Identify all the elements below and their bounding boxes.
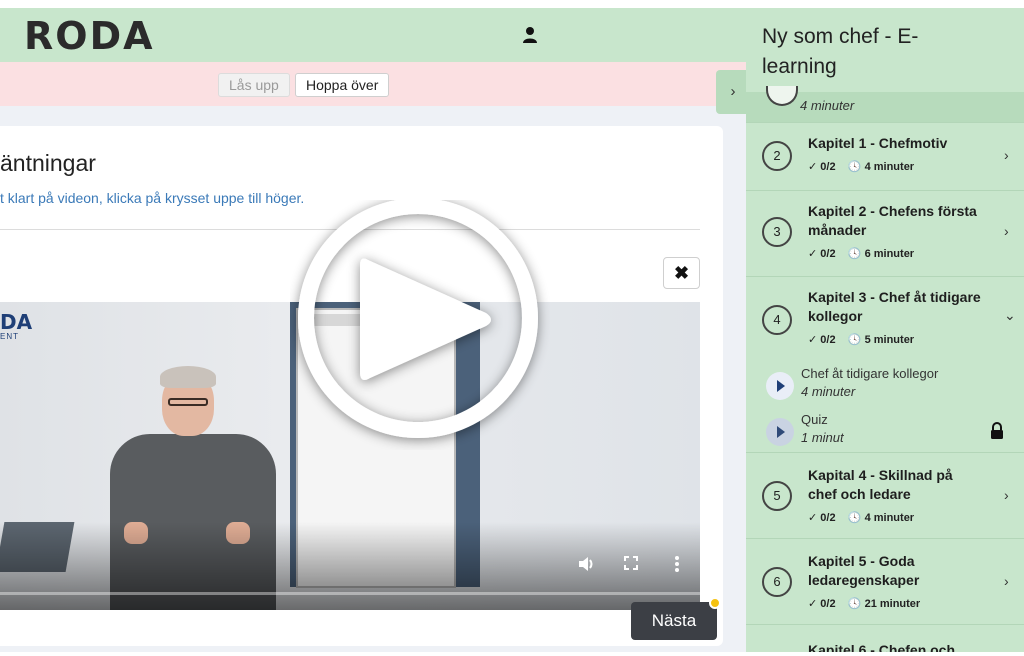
- chapter-number: 5: [762, 481, 792, 511]
- video-progress-bar[interactable]: [0, 592, 700, 595]
- chapter-number: 2: [762, 141, 792, 171]
- clock-icon: 🕓: [847, 248, 862, 260]
- unlock-button[interactable]: Lås upp: [218, 73, 290, 97]
- chapter-meta: ✓ 0/2 🕓 4 minuter: [808, 160, 914, 173]
- clock-icon: 🕓: [847, 598, 862, 610]
- check-icon: ✓: [808, 598, 818, 610]
- notification-dot: [709, 597, 721, 609]
- chevron-right-icon: ›: [1004, 147, 1009, 163]
- chapter-number: 3: [762, 217, 792, 247]
- chapter-title: Kapital 4 - Skillnad på chef och ledare: [808, 467, 953, 502]
- chapter-progress: 0/2: [820, 248, 836, 260]
- chapter-meta: ✓ 0/2 🕓 6 minuter: [808, 247, 914, 260]
- clock-icon: 🕓: [847, 161, 862, 173]
- chapter-title: Kapitel 3 - Chef åt tidigare kollegor: [808, 289, 981, 324]
- chapter-title: Kapitel 6 - Chefen och: [808, 642, 956, 652]
- chapter-item[interactable]: 3 Kapitel 2 - Chefens första månader ✓ 0…: [746, 190, 1024, 276]
- chapter-progress: 0/2: [820, 598, 836, 610]
- previous-lesson-duration: 4 minuter: [800, 98, 855, 113]
- check-icon: ✓: [808, 161, 818, 173]
- chapter-progress: 0/2: [820, 512, 836, 524]
- user-icon[interactable]: [522, 26, 538, 44]
- chapter-duration: 6 minuter: [864, 248, 915, 260]
- previous-lesson-circle: [766, 86, 798, 106]
- chapter-meta: ✓ 0/2 🕓 21 minuter: [808, 597, 920, 610]
- chapter-item[interactable]: 4 Kapitel 3 - Chef åt tidigare kollegor …: [746, 276, 1024, 364]
- chevron-down-icon: ⌄: [1004, 307, 1016, 323]
- lock-icon: [991, 422, 1003, 439]
- chapter-item[interactable]: Kapitel 6 - Chefen och: [746, 624, 1024, 652]
- lock-bar: Lås upp Hoppa över: [0, 62, 746, 106]
- chapter-title: Kapitel 1 - Chefmotiv: [808, 135, 948, 151]
- top-header: RODA: [0, 8, 746, 62]
- volume-icon[interactable]: [578, 556, 596, 577]
- roda-logo[interactable]: RODA: [24, 14, 155, 58]
- skip-button[interactable]: Hoppa över: [295, 73, 390, 97]
- clock-icon: 🕓: [847, 334, 862, 346]
- chapter-duration: 4 minuter: [864, 512, 915, 524]
- course-title: Ny som chef - E-learning: [762, 25, 919, 78]
- lesson-duration: 4 minuter: [801, 384, 856, 399]
- chapter-duration: 5 minuter: [864, 334, 915, 346]
- play-icon[interactable]: [290, 200, 550, 450]
- chapter-duration: 21 minuter: [864, 598, 921, 610]
- course-sidebar: 4 minuter Ny som chef - E-learning 2 Kap…: [746, 8, 1024, 652]
- next-button[interactable]: Nästa: [631, 602, 717, 640]
- lesson-hint: t klart på videon, klicka på krysset upp…: [0, 190, 305, 206]
- check-icon: ✓: [808, 334, 818, 346]
- close-video-button[interactable]: ✖: [663, 257, 700, 289]
- lesson-duration: 1 minut: [801, 430, 844, 445]
- chapter-item[interactable]: 6 Kapitel 5 - Goda ledaregenskaper ✓ 0/2…: [746, 538, 1024, 624]
- chapter-number: 6: [762, 567, 792, 597]
- more-options-icon[interactable]: [674, 556, 680, 577]
- lesson-name: Quiz: [801, 412, 828, 427]
- chapter-progress: 0/2: [820, 161, 836, 173]
- play-lesson-icon: [766, 372, 794, 400]
- video-brand-subtitle: ENT: [0, 332, 19, 341]
- previous-lesson-item[interactable]: 4 minuter: [746, 86, 1024, 122]
- play-lesson-icon: [766, 418, 794, 446]
- chevron-right-icon: ›: [1004, 223, 1009, 239]
- check-icon: ✓: [808, 248, 818, 260]
- lesson-title: äntningar: [0, 150, 96, 176]
- chapter-item[interactable]: 2 Kapitel 1 - Chefmotiv ✓ 0/2 🕓 4 minute…: [746, 122, 1024, 190]
- clock-icon: 🕓: [847, 512, 862, 524]
- lesson-name: Chef åt tidigare kollegor: [801, 366, 939, 381]
- chapter-number: 4: [762, 305, 792, 335]
- check-icon: ✓: [808, 512, 818, 524]
- chapter-duration: 4 minuter: [864, 161, 915, 173]
- chapter-progress: 0/2: [820, 334, 836, 346]
- chapter-title: Kapitel 2 - Chefens första månader: [808, 203, 977, 238]
- sidebar-toggle-button[interactable]: ›: [716, 70, 750, 114]
- chapter-item[interactable]: 5 Kapital 4 - Skillnad på chef och ledar…: [746, 452, 1024, 538]
- lesson-item[interactable]: Chef åt tidigare kollegor 4 minuter: [746, 366, 1024, 412]
- chevron-right-icon: ›: [1004, 573, 1009, 589]
- chapter-meta: ✓ 0/2 🕓 4 minuter: [808, 511, 914, 524]
- fullscreen-icon[interactable]: [624, 556, 638, 575]
- chapter-meta: ✓ 0/2 🕓 5 minuter: [808, 333, 914, 346]
- chapter-title: Kapitel 5 - Goda ledaregenskaper: [808, 553, 920, 588]
- video-brand-logo: DA: [0, 310, 33, 334]
- chevron-right-icon: ›: [1004, 487, 1009, 503]
